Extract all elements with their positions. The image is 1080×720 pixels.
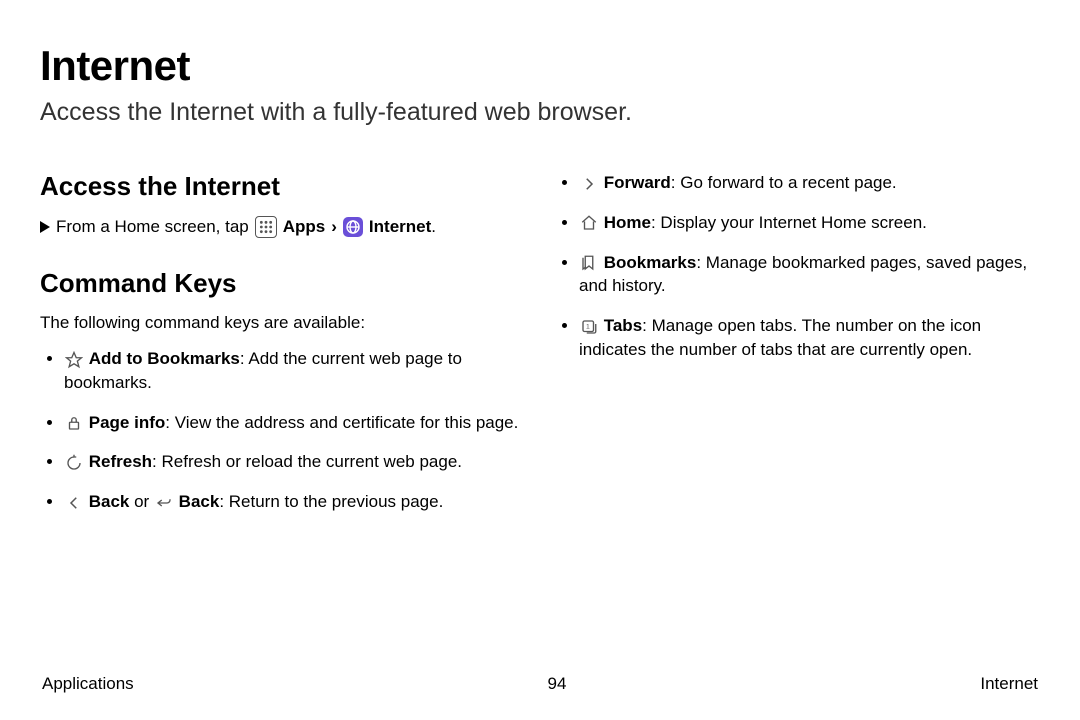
command-list-left: Add to Bookmarks: Add the current web pa… bbox=[40, 347, 525, 514]
internet-label: Internet bbox=[369, 217, 431, 236]
left-column: Access the Internet From a Home screen, … bbox=[40, 171, 525, 530]
item-label: Forward bbox=[604, 173, 671, 192]
item-colon2: : bbox=[219, 492, 228, 511]
list-item: Refresh: Refresh or reload the current w… bbox=[64, 450, 525, 474]
list-item: Forward: Go forward to a recent page. bbox=[579, 171, 1040, 195]
list-item: 1 Tabs: Manage open tabs. The number on … bbox=[579, 314, 1040, 362]
item-colon: : bbox=[642, 316, 651, 335]
command-list-right: Forward: Go forward to a recent page. Ho… bbox=[555, 171, 1040, 362]
access-step: From a Home screen, tap Apps › Internet. bbox=[40, 216, 525, 238]
item-colon: : bbox=[152, 452, 161, 471]
internet-icon bbox=[343, 217, 363, 237]
footer-left: Applications bbox=[42, 674, 134, 694]
item-colon: : bbox=[671, 173, 680, 192]
step-period: . bbox=[431, 217, 436, 236]
item-label: Tabs bbox=[604, 316, 642, 335]
item-desc: Refresh or reload the current web page. bbox=[162, 452, 463, 471]
item-colon: : bbox=[651, 213, 660, 232]
step-prefix: From a Home screen, tap bbox=[56, 217, 249, 237]
item-colon: : bbox=[165, 413, 174, 432]
footer-right: Internet bbox=[980, 674, 1038, 694]
item-label: Refresh bbox=[89, 452, 152, 471]
list-item: Back or Back: Return to the previous pag… bbox=[64, 490, 525, 514]
tabs-icon: 1 bbox=[579, 317, 599, 337]
list-item: Home: Display your Internet Home screen. bbox=[579, 211, 1040, 235]
page-footer: Applications 94 Internet bbox=[40, 674, 1040, 720]
home-icon bbox=[579, 213, 599, 233]
item-label2: Back bbox=[179, 492, 220, 511]
item-desc: Return to the previous page. bbox=[229, 492, 444, 511]
apps-icon bbox=[255, 216, 277, 238]
item-label: Back bbox=[89, 492, 130, 511]
bookmark-icon bbox=[579, 253, 599, 273]
item-label: Add to Bookmarks bbox=[89, 349, 240, 368]
list-item: Add to Bookmarks: Add the current web pa… bbox=[64, 347, 525, 395]
back-alt-icon bbox=[154, 493, 174, 513]
forward-chevron-icon bbox=[579, 174, 599, 194]
back-chevron-icon bbox=[64, 493, 84, 513]
item-desc: View the address and certificate for thi… bbox=[175, 413, 519, 432]
footer-center: 94 bbox=[548, 674, 567, 694]
svg-text:1: 1 bbox=[586, 323, 590, 330]
chevron-icon: › bbox=[331, 217, 337, 237]
right-column: Forward: Go forward to a recent page. Ho… bbox=[555, 171, 1040, 530]
list-item: Page info: View the address and certific… bbox=[64, 411, 525, 435]
lock-icon bbox=[64, 413, 84, 433]
item-label: Page info bbox=[89, 413, 166, 432]
star-icon bbox=[64, 350, 84, 370]
item-mid: or bbox=[129, 492, 154, 511]
item-colon: : bbox=[696, 253, 705, 272]
item-desc: Display your Internet Home screen. bbox=[660, 213, 926, 232]
command-intro: The following command keys are available… bbox=[40, 313, 525, 333]
item-label: Home bbox=[604, 213, 651, 232]
item-desc: Go forward to a recent page. bbox=[680, 173, 896, 192]
step-indicator-icon bbox=[40, 221, 50, 233]
item-label: Bookmarks bbox=[604, 253, 697, 272]
list-item: Bookmarks: Manage bookmarked pages, save… bbox=[579, 251, 1040, 299]
refresh-icon bbox=[64, 453, 84, 473]
command-heading: Command Keys bbox=[40, 268, 525, 299]
page-title: Internet bbox=[40, 42, 1040, 90]
page-subtitle: Access the Internet with a fully-feature… bbox=[40, 98, 1040, 127]
access-heading: Access the Internet bbox=[40, 171, 525, 202]
apps-label: Apps bbox=[283, 217, 326, 237]
